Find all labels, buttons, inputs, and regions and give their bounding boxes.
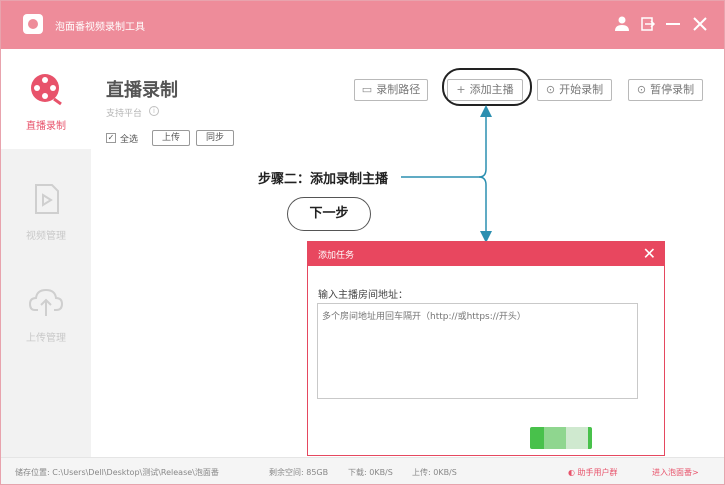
step-annotation-text: 步骤二：添加录制主播 bbox=[258, 172, 389, 187]
record-reel-icon bbox=[31, 74, 62, 106]
sidebar-item-label: 视频管理 bbox=[26, 231, 66, 242]
sidebar-item-label: 上传管理 bbox=[26, 333, 66, 344]
callout-highlight-ring bbox=[442, 68, 532, 106]
sidebar: 直播录制 视频管理 上传管理 bbox=[1, 49, 91, 457]
status-bar: 储存位置: C:\Users\Dell\Desktop\测试\Release\泡… bbox=[1, 457, 724, 484]
close-icon[interactable] bbox=[690, 14, 710, 34]
play-circle-icon: ⊙ bbox=[545, 83, 556, 96]
app-title: 泡面番视频录制工具 bbox=[55, 22, 145, 33]
page-title: 直播录制 bbox=[106, 80, 178, 101]
minimize-icon[interactable] bbox=[663, 14, 683, 34]
record-path-label: 录制路径 bbox=[376, 83, 421, 96]
download-speed: 下载: 0KB/S bbox=[348, 468, 393, 477]
sidebar-item-video-manage[interactable]: 视频管理 bbox=[1, 159, 91, 259]
title-bar: 泡面番视频录制工具 bbox=[1, 1, 724, 49]
pause-record-label: 暂停录制 bbox=[650, 83, 695, 96]
storage-location: 储存位置: C:\Users\Dell\Desktop\测试\Release\泡… bbox=[15, 468, 219, 477]
logout-icon[interactable] bbox=[637, 14, 657, 34]
record-path-button[interactable]: ▭ 录制路径 bbox=[354, 79, 428, 101]
user-group-link[interactable]: ◐ 助手用户群 bbox=[568, 467, 618, 478]
upload-button[interactable]: 上传 bbox=[152, 130, 190, 146]
blur-patch bbox=[544, 427, 566, 449]
user-icon[interactable] bbox=[612, 14, 632, 34]
video-file-icon bbox=[35, 184, 59, 214]
dialog-close-icon[interactable]: ✕ bbox=[643, 244, 656, 264]
cloud-upload-icon bbox=[28, 288, 64, 316]
dialog-title: 添加任务 bbox=[318, 251, 355, 261]
pause-circle-icon: ⊙ bbox=[636, 83, 647, 96]
enter-site-link[interactable]: 进入泡面番> bbox=[652, 467, 699, 478]
user-group-label: 助手用户群 bbox=[577, 468, 618, 477]
start-record-button[interactable]: ⊙ 开始录制 bbox=[537, 79, 612, 101]
upload-speed: 上传: 0KB/S bbox=[412, 468, 457, 477]
add-confirm-button[interactable]: 添 bbox=[530, 427, 592, 449]
sidebar-item-live-record[interactable]: 直播录制 bbox=[1, 49, 91, 149]
sidebar-item-label: 直播录制 bbox=[26, 121, 66, 132]
add-task-dialog: 添加任务 ✕ 输入主播房间地址： 添 bbox=[307, 241, 665, 456]
blur-patch bbox=[566, 427, 588, 449]
pause-record-button[interactable]: ⊙ 暂停录制 bbox=[628, 79, 703, 101]
folder-icon: ▭ bbox=[361, 83, 373, 96]
free-space: 剩余空间: 85GB bbox=[269, 468, 329, 477]
start-record-label: 开始录制 bbox=[559, 83, 604, 96]
dialog-header: 添加任务 ✕ bbox=[308, 242, 664, 266]
info-icon[interactable]: i bbox=[149, 106, 159, 116]
room-address-input[interactable] bbox=[317, 303, 638, 399]
room-address-label: 输入主播房间地址： bbox=[318, 290, 408, 301]
app-logo-icon bbox=[23, 14, 43, 34]
app-window: 泡面番视频录制工具 直播录制 视频管理 上传管理 直播录制 支持平台 i ✓ 全… bbox=[0, 0, 725, 485]
sidebar-item-upload-manage[interactable]: 上传管理 bbox=[1, 261, 91, 361]
support-platform-text: 支持平台 bbox=[106, 109, 143, 119]
select-all-checkbox[interactable]: ✓ bbox=[106, 133, 116, 143]
select-all-label: 全选 bbox=[120, 135, 139, 145]
next-step-button[interactable]: 下一步 bbox=[287, 197, 371, 231]
sync-button[interactable]: 同步 bbox=[196, 130, 234, 146]
